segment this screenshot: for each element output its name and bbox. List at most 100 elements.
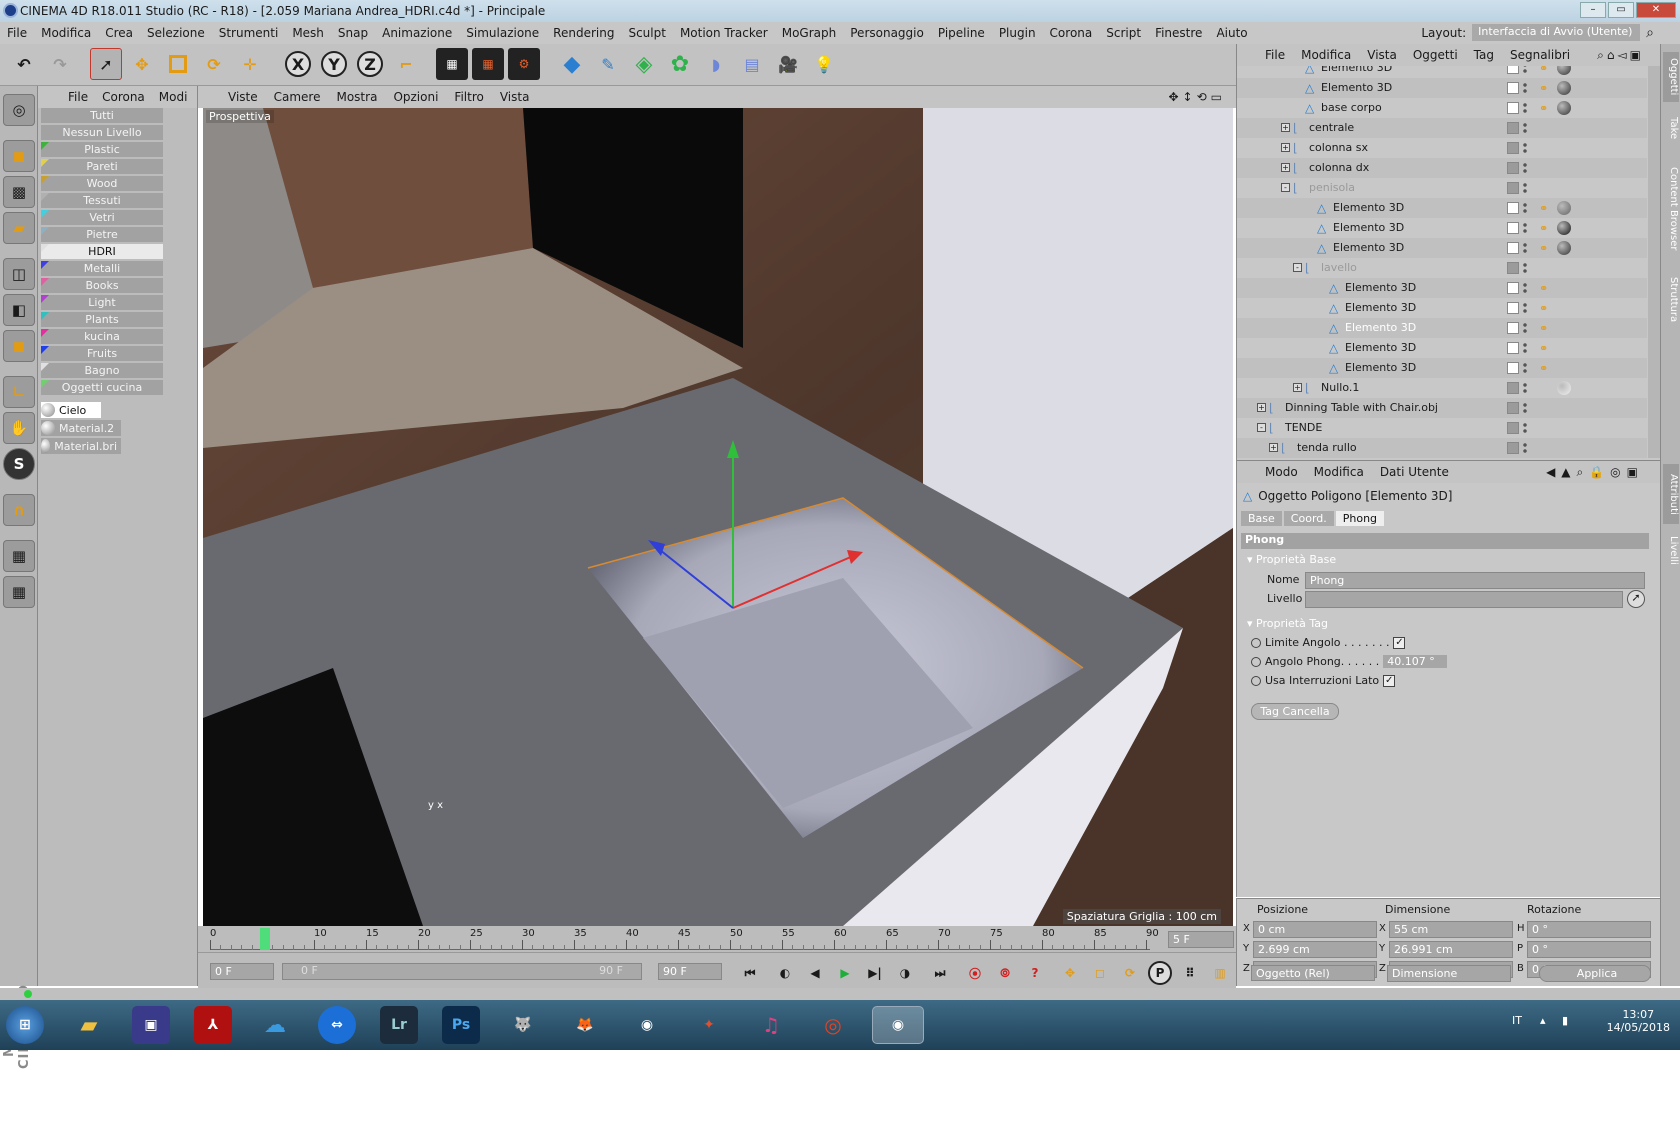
editor-render-toggle-icon[interactable] <box>1523 282 1527 294</box>
layer-visibility-icon[interactable] <box>1507 402 1519 414</box>
tab-content-browser[interactable]: Content Browser <box>1663 154 1679 264</box>
menu-strumenti[interactable]: Strumenti <box>212 26 286 40</box>
attr-menu-modo[interactable]: Modo <box>1265 465 1298 479</box>
layer-visibility-icon[interactable] <box>1507 222 1519 234</box>
obj-menu-oggetti[interactable]: Oggetti <box>1413 48 1458 62</box>
layer-item[interactable]: Plastic <box>41 142 163 158</box>
editor-render-toggle-icon[interactable] <box>1523 302 1527 314</box>
viewport-menu-camere[interactable]: Camere <box>274 90 321 104</box>
anim-dot-icon[interactable] <box>1251 656 1261 667</box>
menu-crea[interactable]: Crea <box>98 26 140 40</box>
object-row[interactable]: - ⌊ lavello <box>1237 258 1647 278</box>
language-indicator[interactable]: IT <box>1512 1014 1522 1027</box>
current-frame-field[interactable]: 5 F <box>1168 931 1234 948</box>
collapse-icon[interactable]: - <box>1281 183 1290 192</box>
object-name[interactable]: TENDE <box>1285 421 1322 434</box>
object-name[interactable]: base corpo <box>1321 101 1382 114</box>
record-icon[interactable]: ⦿ <box>963 961 987 985</box>
layer-visibility-icon[interactable] <box>1507 66 1519 74</box>
object-name[interactable]: Elemento 3D <box>1345 341 1416 354</box>
phong-tag-icon[interactable]: ⚭ <box>1539 322 1548 335</box>
editor-render-toggle-icon[interactable] <box>1523 162 1527 174</box>
menu-modifica[interactable]: Modifica <box>34 26 98 40</box>
pen-icon[interactable]: ✎ <box>592 48 624 80</box>
maximize-button[interactable]: ▭ <box>1608 2 1634 18</box>
editor-render-toggle-icon[interactable] <box>1523 382 1527 394</box>
acrobat-icon[interactable]: ⅄ <box>194 1006 232 1044</box>
apply-button[interactable]: Applica <box>1539 965 1651 982</box>
object-name[interactable]: lavello <box>1321 261 1357 274</box>
expand-icon[interactable]: + <box>1281 123 1290 132</box>
edges-mode-icon[interactable]: ◧ <box>3 294 35 326</box>
tab-attributi[interactable]: Attributi <box>1663 464 1679 524</box>
onedrive-icon[interactable]: ☁ <box>256 1006 294 1044</box>
attr-nav-icons[interactable]: ◀▲⌕🔒◎▣ <box>1546 465 1644 480</box>
object-row[interactable]: + ⌊ tenda rullo <box>1237 438 1647 458</box>
locked-workplane-icon[interactable]: ▦ <box>3 540 35 572</box>
search-icon[interactable]: ⌕ <box>1646 25 1654 41</box>
object-name[interactable]: Elemento 3D <box>1333 221 1404 234</box>
menu-aiuto[interactable]: Aiuto <box>1209 26 1254 40</box>
editor-render-toggle-icon[interactable] <box>1523 322 1527 334</box>
layer-visibility-icon[interactable] <box>1507 102 1519 114</box>
collapse-icon[interactable]: - <box>1257 423 1266 432</box>
start-button-icon[interactable]: ⊞ <box>6 1006 44 1044</box>
layer-item[interactable]: Light <box>41 295 163 311</box>
podcast-icon[interactable]: ◉ <box>628 1006 666 1044</box>
start-frame-field[interactable]: 0 F <box>210 963 274 980</box>
layer-item[interactable]: kucina <box>41 329 163 345</box>
menu-rendering[interactable]: Rendering <box>546 26 621 40</box>
keyframe-selection-icon[interactable]: ? <box>1023 961 1047 985</box>
material-bri[interactable]: Material.bri <box>41 438 121 454</box>
obj-menu-modifica[interactable]: Modifica <box>1301 48 1351 62</box>
delete-tag-button[interactable]: Tag Cancella <box>1251 703 1339 720</box>
object-name[interactable]: centrale <box>1309 121 1354 134</box>
goto-start-icon[interactable]: ⏮ <box>738 961 762 985</box>
viewport-menu-mostra[interactable]: Mostra <box>336 90 377 104</box>
coord-size-dropdown[interactable]: Dimensione <box>1387 965 1511 982</box>
object-name[interactable]: Dinning Table with Chair.obj <box>1285 401 1438 414</box>
object-name[interactable]: Elemento 3D <box>1321 66 1392 74</box>
points-mode-icon[interactable]: ◫ <box>3 258 35 290</box>
object-row[interactable]: + ⌊ Dinning Table with Chair.obj <box>1237 398 1647 418</box>
object-row[interactable]: + ⌊ centrale <box>1237 118 1647 138</box>
blender-icon[interactable]: 🦊 <box>566 1006 604 1044</box>
layer-item[interactable]: Pareti <box>41 159 163 175</box>
coordinate-system-icon[interactable]: ⌐ <box>390 48 422 80</box>
layer-visibility-icon[interactable] <box>1507 362 1519 374</box>
obj-menu-tag[interactable]: Tag <box>1474 48 1494 62</box>
layer-visibility-icon[interactable] <box>1507 282 1519 294</box>
layer-visibility-icon[interactable] <box>1507 322 1519 334</box>
object-row[interactable]: △ Elemento 3D ⚭ <box>1237 358 1647 378</box>
editor-render-toggle-icon[interactable] <box>1523 422 1527 434</box>
object-name[interactable]: Elemento 3D <box>1345 361 1416 374</box>
magnet-icon[interactable]: ∩ <box>3 494 35 526</box>
workplane-mode-icon[interactable]: ▰ <box>3 212 35 244</box>
editor-render-toggle-icon[interactable] <box>1523 202 1527 214</box>
obj-manager-nav-icons[interactable]: ⌕⌂◅▣ <box>1597 48 1644 63</box>
close-button[interactable]: ✕ <box>1636 2 1676 18</box>
camera-icon[interactable]: 🎥 <box>772 48 804 80</box>
expand-icon[interactable]: + <box>1281 143 1290 152</box>
menu-animazione[interactable]: Animazione <box>375 26 459 40</box>
layer-item[interactable]: HDRI <box>41 244 163 260</box>
layer-visibility-icon[interactable] <box>1507 242 1519 254</box>
object-name[interactable]: colonna dx <box>1309 161 1369 174</box>
object-row[interactable]: + ⌊ Nullo.1 <box>1237 378 1647 398</box>
obj-menu-file[interactable]: File <box>1265 48 1285 62</box>
layer-visibility-icon[interactable] <box>1507 422 1519 434</box>
editor-render-toggle-icon[interactable] <box>1523 262 1527 274</box>
coord-position-field[interactable]: 2.699 cm <box>1253 941 1377 958</box>
phong-tag-icon[interactable]: ⚭ <box>1539 242 1548 255</box>
model-mode-icon[interactable]: ◼ <box>3 140 35 172</box>
layer-visibility-icon[interactable] <box>1507 202 1519 214</box>
menu-mograph[interactable]: MoGraph <box>775 26 844 40</box>
object-name[interactable]: Elemento 3D <box>1321 81 1392 94</box>
object-name[interactable]: penisola <box>1309 181 1355 194</box>
play-icon[interactable]: ▶ <box>833 961 857 985</box>
layer-item[interactable]: Metalli <box>41 261 163 277</box>
viewport-menu-filtro[interactable]: Filtro <box>454 90 483 104</box>
editor-render-toggle-icon[interactable] <box>1523 142 1527 154</box>
object-name[interactable]: Elemento 3D <box>1345 301 1416 314</box>
layer-item[interactable]: Wood <box>41 176 163 192</box>
